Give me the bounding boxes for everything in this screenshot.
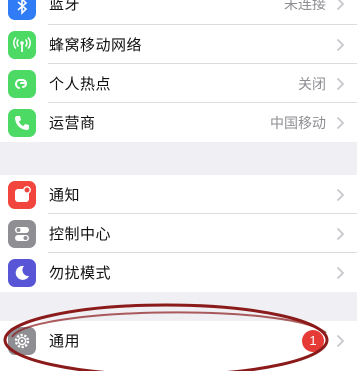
update-badge: 1 [302, 329, 324, 352]
settings-row-do-not-disturb[interactable]: 勿扰模式 [0, 253, 357, 292]
settings-row-label: 运营商 [49, 114, 96, 132]
settings-row-cellular[interactable]: 蜂窝移动网络 [0, 25, 357, 64]
carrier-name: 中国移动 [270, 115, 326, 132]
chevron-right-icon [336, 188, 345, 201]
settings-row-notifications[interactable]: 通知 [0, 175, 357, 214]
chevron-right-icon [336, 77, 345, 90]
chevron-right-icon [336, 116, 345, 129]
moon-icon [8, 258, 36, 287]
chevron-right-icon [336, 334, 345, 347]
antenna-icon [8, 30, 36, 59]
settings-row-label: 通知 [49, 186, 81, 204]
chevron-right-icon [336, 0, 345, 10]
chevron-right-icon [336, 266, 345, 279]
settings-row-label: 勿扰模式 [49, 264, 112, 282]
gear-icon [8, 326, 36, 355]
settings-screen: 蓝牙 未连接 蜂窝移动网络 个人热点 关闭 运营商 中国移动 通知 控制中心 勿… [0, 0, 357, 371]
settings-row-hotspot[interactable]: 个人热点 关闭 [0, 64, 357, 103]
settings-row-label: 蓝牙 [49, 0, 81, 13]
settings-row-bluetooth[interactable]: 蓝牙 未连接 [0, 0, 357, 25]
settings-row-label: 蜂窝移动网络 [49, 36, 143, 54]
phone-icon [8, 108, 36, 137]
chevron-right-icon [336, 227, 345, 240]
settings-row-general[interactable]: 通用 1 [0, 321, 357, 360]
connectivity-group: 蓝牙 未连接 蜂窝移动网络 个人热点 关闭 运营商 中国移动 [0, 0, 357, 142]
hotspot-link-icon [8, 69, 36, 98]
notifications-group: 通知 控制中心 勿扰模式 [0, 175, 357, 292]
settings-row-carrier[interactable]: 运营商 中国移动 [0, 103, 357, 142]
bluetooth-status: 未连接 [284, 0, 326, 13]
toggles-icon [8, 219, 36, 248]
settings-row-label: 个人热点 [49, 75, 112, 93]
notification-icon [8, 180, 36, 209]
chevron-right-icon [336, 38, 345, 51]
settings-row-control-center[interactable]: 控制中心 [0, 214, 357, 253]
bluetooth-icon [8, 0, 36, 20]
hotspot-status: 关闭 [298, 76, 326, 93]
general-group: 通用 1 [0, 321, 357, 371]
settings-row-label: 通用 [49, 332, 81, 350]
settings-row-label: 控制中心 [49, 225, 112, 243]
